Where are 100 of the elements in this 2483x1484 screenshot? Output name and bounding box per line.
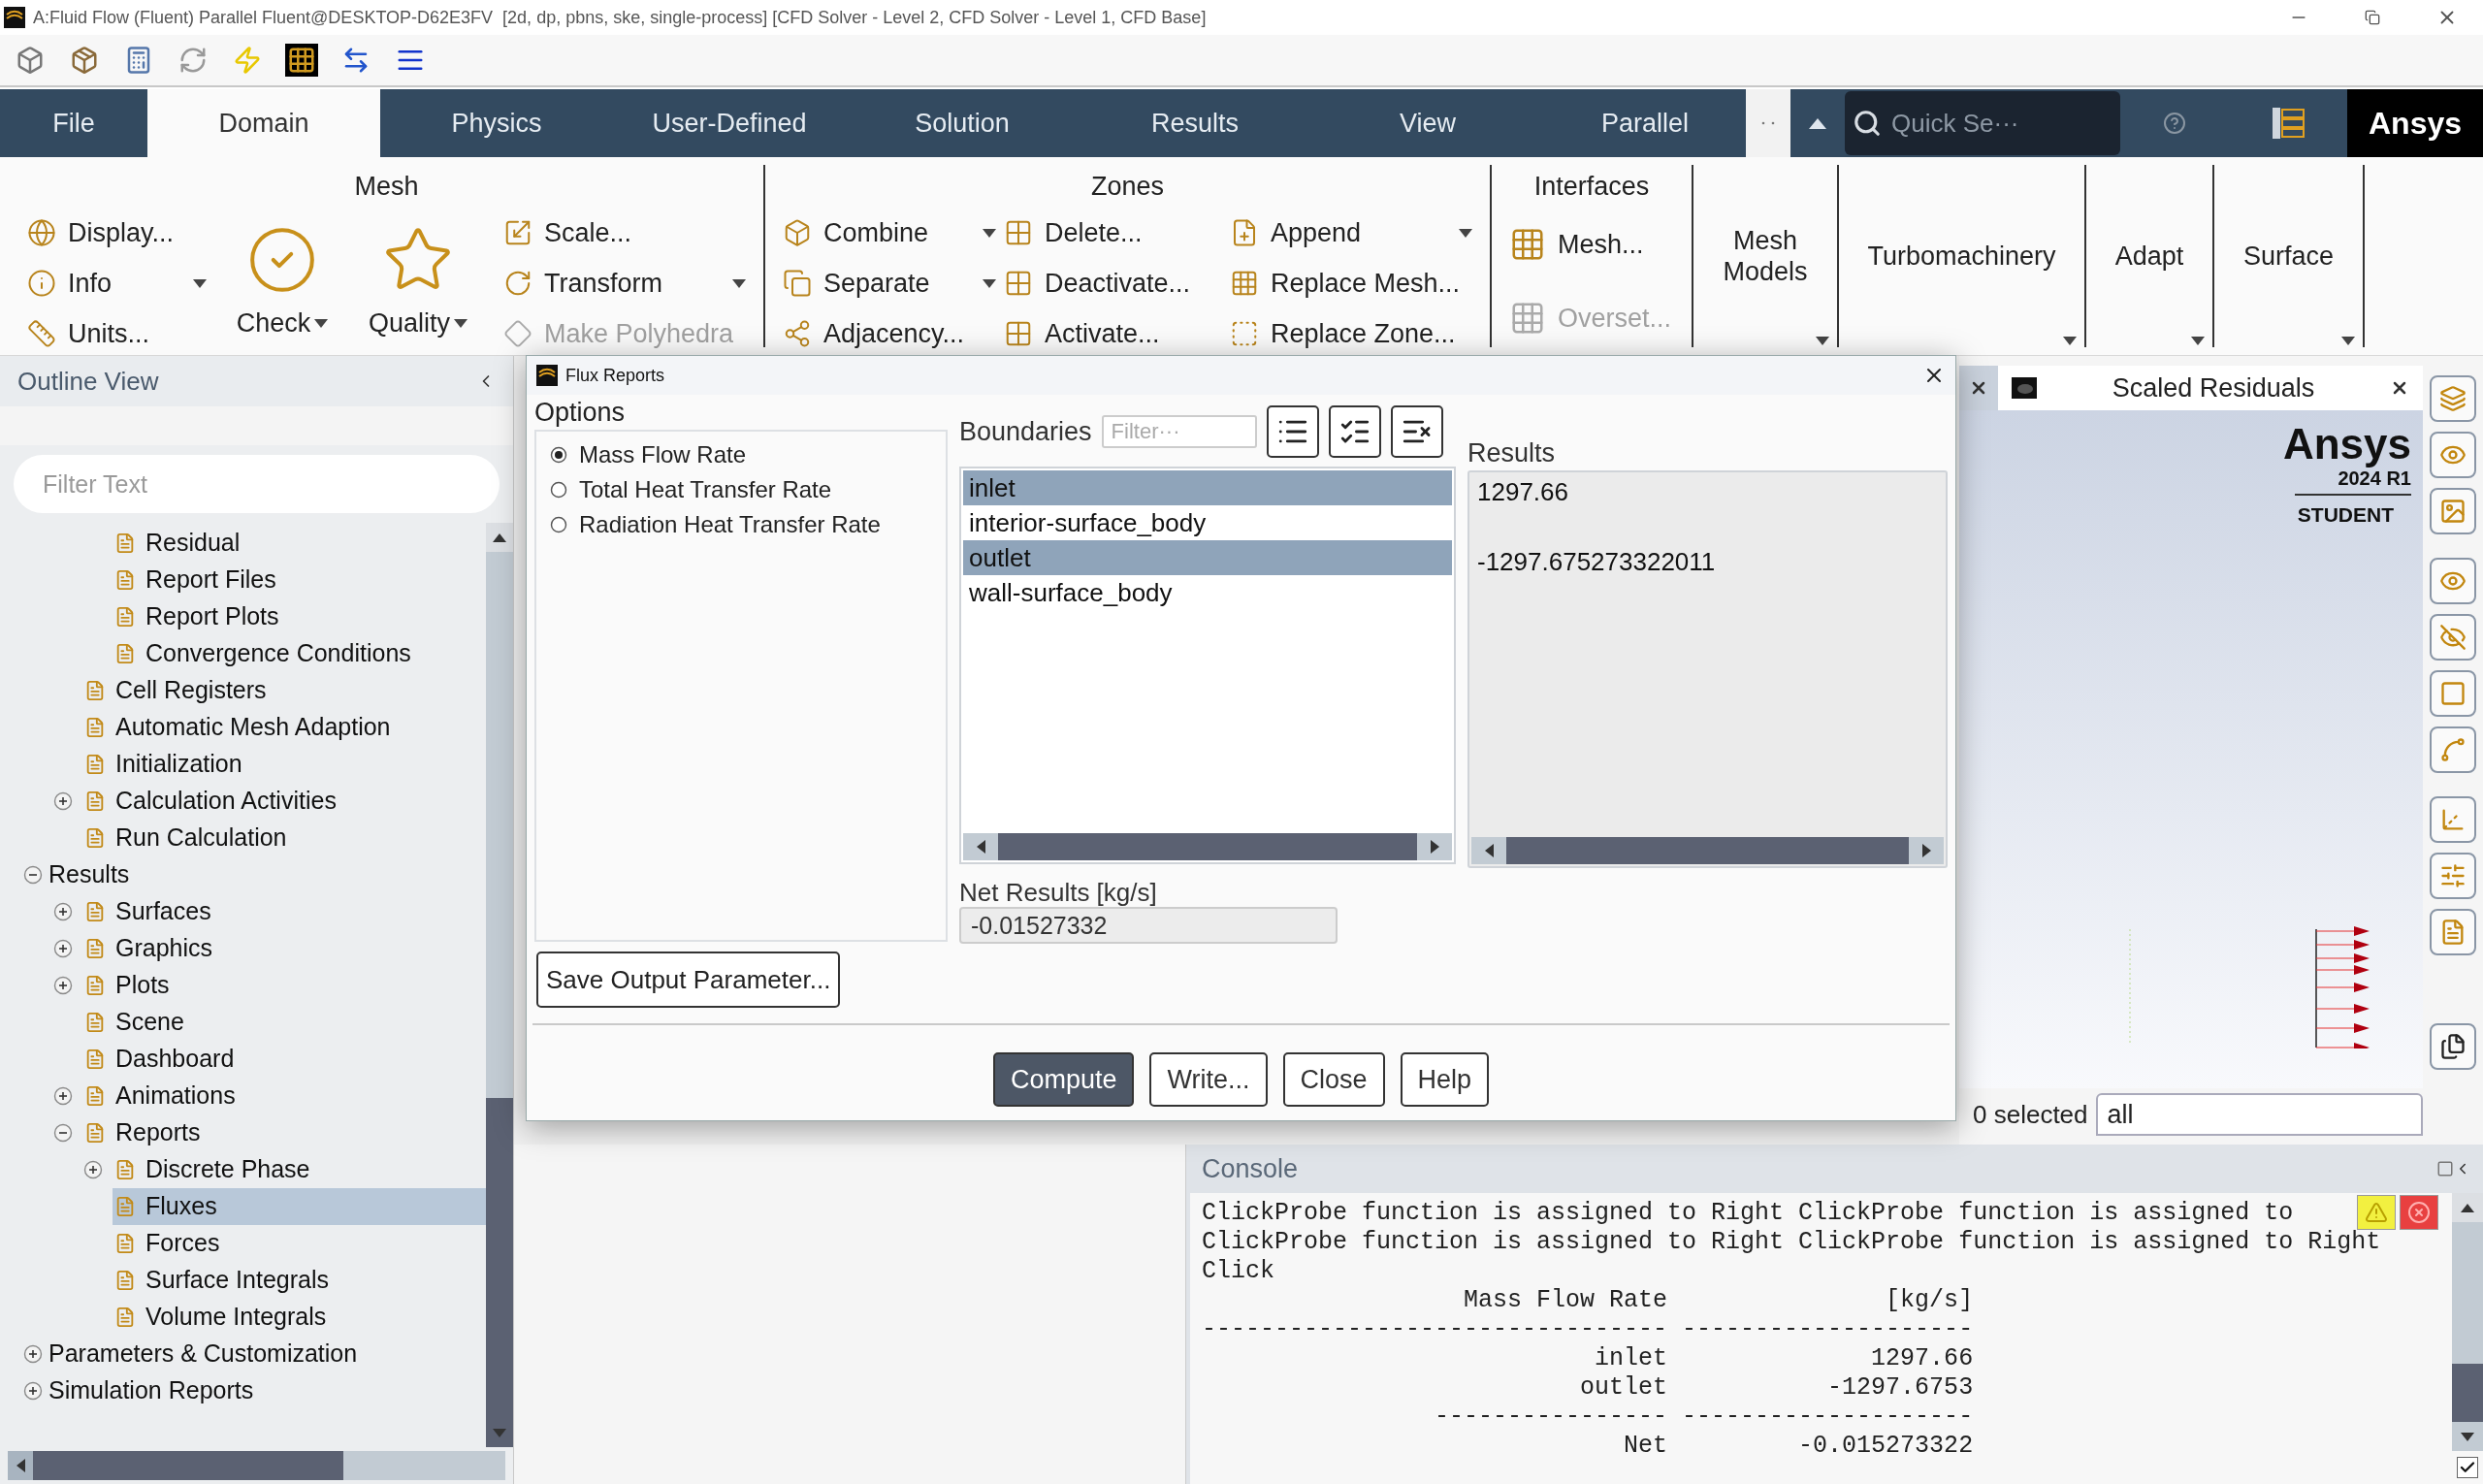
quality-button[interactable]: Quality bbox=[350, 210, 486, 356]
horizontal-scrollbar[interactable] bbox=[963, 833, 1452, 860]
tree-item[interactable]: Calculation Activities bbox=[82, 783, 486, 820]
ribbon-tab[interactable]: View bbox=[1311, 89, 1544, 157]
expand-icon[interactable] bbox=[23, 1381, 43, 1401]
horizontal-scrollbar[interactable] bbox=[8, 1451, 505, 1480]
ribbon-menu-button[interactable]: Surface bbox=[2214, 165, 2365, 347]
ribbon-tab[interactable]: File bbox=[0, 89, 147, 157]
list-tool-button[interactable] bbox=[1328, 405, 1381, 458]
ribbon-button[interactable]: Separate bbox=[783, 258, 996, 308]
radio-button[interactable] bbox=[550, 516, 567, 533]
scroll-left-icon[interactable] bbox=[976, 840, 985, 854]
ribbon-button[interactable]: Mesh... bbox=[1509, 208, 1674, 281]
scroll-thumb[interactable] bbox=[33, 1451, 343, 1480]
horizontal-scrollbar[interactable] bbox=[1471, 837, 1944, 864]
expand-icon[interactable] bbox=[53, 791, 73, 811]
check-button[interactable]: Check bbox=[214, 210, 350, 356]
vertical-scrollbar[interactable] bbox=[486, 523, 513, 1447]
filter-field[interactable]: Filter··· bbox=[1101, 415, 1257, 448]
selection-dropdown[interactable]: all bbox=[2095, 1093, 2423, 1136]
restore-icon[interactable] bbox=[2365, 10, 2380, 25]
expand-icon[interactable] bbox=[53, 902, 73, 921]
dialog-button[interactable]: Help bbox=[1400, 1052, 1490, 1107]
ribbon-button[interactable]: Display... bbox=[27, 208, 207, 258]
radio-button[interactable] bbox=[550, 481, 567, 499]
quick-search-field[interactable]: Quick Se··· bbox=[1845, 91, 2120, 155]
net-results-field[interactable]: -0.01527332 bbox=[959, 907, 1338, 944]
tree-item[interactable]: Automatic Mesh Adaption bbox=[82, 709, 486, 746]
ribbon-tab[interactable]: Domain bbox=[147, 89, 380, 157]
ribbon-tab[interactable]: User-Defined bbox=[613, 89, 846, 157]
expand-icon[interactable] bbox=[23, 1344, 43, 1364]
tree-item[interactable]: Plots bbox=[82, 967, 486, 1004]
scroll-right-icon[interactable] bbox=[1430, 840, 1439, 854]
ribbon-tab[interactable]: Results bbox=[1079, 89, 1311, 157]
list-item[interactable]: outlet bbox=[963, 540, 1452, 575]
ribbon-menu-button[interactable]: Mesh Models bbox=[1693, 165, 1839, 347]
ribbon-button[interactable]: Deactivate... bbox=[1004, 258, 1222, 308]
scroll-up-icon[interactable] bbox=[493, 532, 506, 542]
tree-item[interactable]: Animations bbox=[82, 1078, 486, 1114]
tree-item[interactable]: Run Calculation bbox=[82, 820, 486, 856]
radio-option[interactable]: Mass Flow Rate bbox=[550, 437, 932, 472]
scroll-left-icon[interactable] bbox=[1484, 844, 1494, 857]
checkbox[interactable] bbox=[2457, 1457, 2478, 1478]
ribbon-button[interactable]: Scale... bbox=[503, 208, 746, 258]
ribbon-button[interactable]: Append bbox=[1230, 208, 1472, 258]
tree-item[interactable]: Cell Registers bbox=[82, 672, 486, 709]
tree-item[interactable]: Surface Integrals bbox=[113, 1262, 486, 1299]
save-output-button[interactable]: Save Output Parameter... bbox=[536, 952, 841, 1008]
ribbon-tab[interactable]: Parallel bbox=[1544, 89, 1746, 157]
tree-item[interactable]: Scene bbox=[82, 1004, 486, 1041]
collapse-icon[interactable] bbox=[23, 865, 43, 885]
scroll-right-icon[interactable] bbox=[1921, 844, 1931, 857]
scroll-down-icon[interactable] bbox=[2461, 1432, 2474, 1441]
ribbon-button[interactable]: Combine bbox=[783, 208, 996, 258]
ribbon-button[interactable]: Delete... bbox=[1004, 208, 1222, 258]
tree-item[interactable]: Graphics bbox=[82, 930, 486, 967]
tree-item[interactable]: Surfaces bbox=[82, 893, 486, 930]
expand-icon[interactable] bbox=[53, 1086, 73, 1106]
dialog-button[interactable]: Write... bbox=[1149, 1052, 1268, 1107]
ribbon-button[interactable]: Info bbox=[27, 258, 207, 308]
layout-icon[interactable] bbox=[2270, 106, 2306, 141]
ribbon-button[interactable]: Adjacency... bbox=[783, 308, 996, 359]
ribbon-button[interactable]: Activate... bbox=[1004, 308, 1222, 359]
graphics-tab[interactable]: Scaled Residuals bbox=[1998, 366, 2423, 410]
scroll-thumb[interactable] bbox=[486, 1098, 513, 1418]
toolbar-button[interactable] bbox=[2430, 1023, 2476, 1070]
ribbon-button[interactable]: Replace Zone... bbox=[1230, 308, 1472, 359]
help-icon[interactable] bbox=[2162, 112, 2186, 135]
ribbon-tab[interactable]: Physics bbox=[380, 89, 613, 157]
ribbon-button[interactable]: Replace Mesh... bbox=[1230, 258, 1472, 308]
scroll-left-icon[interactable] bbox=[16, 1459, 25, 1472]
list-tool-button[interactable] bbox=[1390, 405, 1443, 458]
ribbon-button[interactable]: Units... bbox=[27, 308, 207, 359]
tree-item[interactable]: Dashboard bbox=[82, 1041, 486, 1078]
dialog-button[interactable]: Compute bbox=[992, 1052, 1135, 1107]
expand-icon[interactable] bbox=[53, 939, 73, 958]
list-item[interactable]: wall-surface_body bbox=[963, 575, 1452, 610]
list-item[interactable]: interior-surface_body bbox=[963, 505, 1452, 540]
ribbon-menu-button[interactable]: Turbomachinery bbox=[1839, 165, 2086, 347]
radio-option[interactable]: Total Heat Transfer Rate bbox=[550, 472, 932, 507]
vertical-scrollbar[interactable] bbox=[2452, 1193, 2483, 1451]
tree-item[interactable]: Reports bbox=[82, 1114, 486, 1151]
expand-icon[interactable] bbox=[83, 1160, 103, 1179]
tree-item[interactable]: Initialization bbox=[82, 746, 486, 783]
scroll-up-icon[interactable] bbox=[2461, 1203, 2474, 1212]
tree-item[interactable]: Parameters & Customization bbox=[48, 1336, 486, 1372]
tree-item[interactable]: Simulation Reports bbox=[48, 1372, 486, 1409]
tree-item[interactable]: Convergence Conditions bbox=[113, 635, 486, 672]
toolbar-button[interactable] bbox=[285, 44, 318, 77]
tree-item[interactable]: Discrete Phase bbox=[113, 1151, 486, 1188]
tree-item[interactable]: Volume Integrals bbox=[113, 1299, 486, 1336]
tree-item[interactable]: Results bbox=[48, 856, 486, 893]
list-item[interactable]: inlet bbox=[963, 470, 1452, 505]
dialog-button[interactable]: Close bbox=[1282, 1052, 1385, 1107]
tree-item[interactable]: Report Files bbox=[113, 562, 486, 598]
ribbon-tab[interactable]: Solution bbox=[846, 89, 1079, 157]
radio-button[interactable] bbox=[550, 446, 567, 464]
scroll-thumb[interactable] bbox=[2452, 1364, 2483, 1422]
tree-item[interactable]: Residual bbox=[113, 525, 486, 562]
caret-up-icon[interactable] bbox=[1809, 117, 1826, 129]
